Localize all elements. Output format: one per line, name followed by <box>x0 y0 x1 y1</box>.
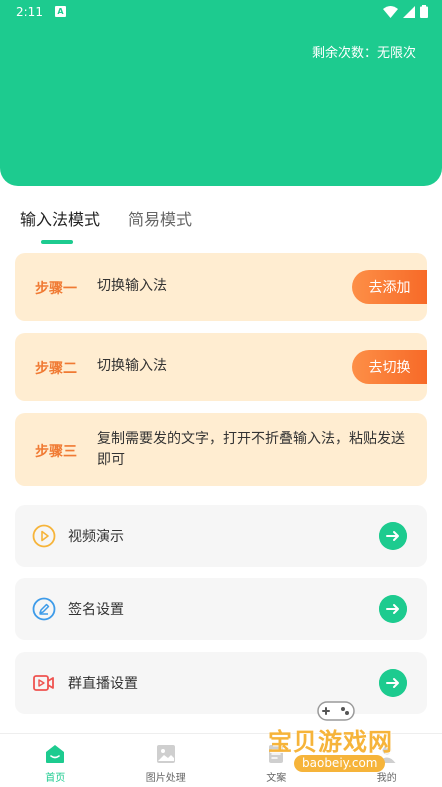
nav-label: 图片处理 <box>145 773 186 784</box>
step-label: 步骤三 <box>35 444 77 460</box>
watermark-logo: 宝贝游戏网 baobeiy.com <box>268 696 418 776</box>
step-text: 切换输入法 <box>97 278 167 294</box>
nav-item-home[interactable]: 首页 <box>0 734 111 787</box>
arrow-right-icon[interactable] <box>379 669 407 697</box>
step-text: 切换输入法 <box>97 358 167 374</box>
gamepad-icon <box>317 701 355 721</box>
mode-tabs: 输入法模式 简易模式 <box>20 206 192 244</box>
step-text: 复制需要发的文字，打开不折叠输入法，粘贴发送即可 <box>97 431 405 468</box>
add-button[interactable]: 去添加 <box>352 270 427 304</box>
menu-video-demo[interactable]: 视频演示 <box>15 505 427 567</box>
battery-icon <box>420 5 428 18</box>
tab-simple-mode[interactable]: 简易模式 <box>128 206 192 244</box>
menu-label: 签名设置 <box>68 602 124 618</box>
play-circle-icon <box>32 524 56 548</box>
notification-a-icon: A <box>55 6 66 17</box>
status-icons <box>383 5 428 18</box>
watermark-text: 宝贝游戏网 <box>268 728 393 756</box>
wifi-icon <box>383 5 398 18</box>
pen-circle-icon <box>32 597 56 621</box>
menu-signature-settings[interactable]: 签名设置 <box>15 578 427 640</box>
tab-input-method-mode[interactable]: 输入法模式 <box>20 206 100 244</box>
arrow-right-icon[interactable] <box>379 595 407 623</box>
home-icon <box>46 745 65 763</box>
step-label: 步骤二 <box>35 361 77 377</box>
menu-label: 视频演示 <box>68 529 124 545</box>
step-card-3: 步骤三 复制需要发的文字，打开不折叠输入法，粘贴发送即可 <box>15 413 427 486</box>
step-card-2: 步骤二 切换输入法 去切换 <box>15 333 427 401</box>
status-time: 2:11 <box>16 5 43 19</box>
status-bar: 2:11 A <box>0 0 442 26</box>
step-label: 步骤一 <box>35 281 77 297</box>
watermark-url: baobeiy.com <box>294 755 386 772</box>
header-banner: 2:11 A 剩余次数：无限次 <box>0 0 442 186</box>
signal-icon <box>403 5 415 18</box>
menu-label: 群直播设置 <box>68 676 138 692</box>
remaining-count: 剩余次数：无限次 <box>311 46 416 61</box>
step-card-1: 步骤一 切换输入法 去添加 <box>15 253 427 321</box>
live-video-icon <box>33 675 54 691</box>
nav-label: 首页 <box>45 773 66 784</box>
arrow-right-icon[interactable] <box>379 522 407 550</box>
nav-item-image-processing[interactable]: 图片处理 <box>111 734 222 787</box>
switch-button[interactable]: 去切换 <box>352 350 427 384</box>
image-icon <box>156 745 175 763</box>
